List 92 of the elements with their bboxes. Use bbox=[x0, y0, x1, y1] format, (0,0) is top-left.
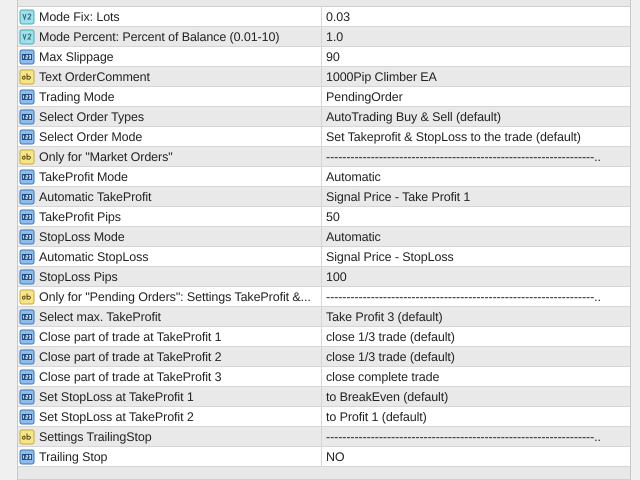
parameter-name: StopLoss Mode bbox=[39, 230, 125, 244]
integer-type-icon bbox=[19, 48, 35, 64]
integer-type-icon bbox=[19, 108, 35, 124]
integer-type-icon bbox=[19, 408, 35, 424]
parameter-row[interactable]: Select Order Mode Set Takeprofit & StopLoss to the trade (default) bbox=[18, 127, 630, 147]
parameter-value[interactable]: 1000Pip Climber EA bbox=[326, 70, 437, 84]
parameter-row[interactable]: Max Slippage 90 bbox=[18, 47, 630, 67]
parameter-value[interactable]: Automatic bbox=[326, 170, 381, 184]
parameter-value[interactable]: AutoTrading Buy & Sell (default) bbox=[326, 110, 501, 124]
integer-type-icon bbox=[19, 188, 35, 204]
parameter-row[interactable]: StopLoss Pips 100 bbox=[18, 267, 630, 287]
parameter-name: Automatic TakeProfit bbox=[39, 190, 152, 204]
parameter-value[interactable]: 100 bbox=[326, 270, 347, 284]
parameter-row[interactable]: Trailing Stop NO bbox=[18, 447, 630, 467]
integer-type-icon bbox=[19, 368, 35, 384]
parameter-value[interactable]: close 1/3 trade (default) bbox=[326, 350, 455, 364]
parameter-row[interactable]: Trading Mode PendingOrder bbox=[18, 87, 630, 107]
parameter-value[interactable]: 90 bbox=[326, 50, 340, 64]
parameter-row[interactable]: Only for "Market Orders" ------------------------------------------------------------------.. bbox=[18, 147, 630, 167]
parameter-value[interactable]: ------------------------------------------------------------------.. bbox=[326, 150, 601, 164]
text-type-icon bbox=[19, 288, 35, 304]
parameter-row[interactable]: TakeProfit Mode Automatic bbox=[18, 167, 630, 187]
integer-type-icon bbox=[19, 128, 35, 144]
integer-type-icon bbox=[19, 168, 35, 184]
integer-type-icon bbox=[19, 448, 35, 464]
integer-type-icon bbox=[19, 268, 35, 284]
parameter-name: Select Order Types bbox=[39, 110, 144, 124]
integer-type-icon bbox=[19, 308, 35, 324]
parameter-name: Set StopLoss at TakeProfit 1 bbox=[39, 390, 194, 404]
parameter-name: TakeProfit Pips bbox=[39, 210, 121, 224]
integer-type-icon bbox=[19, 208, 35, 224]
parameter-name: Select max. TakeProfit bbox=[39, 310, 161, 324]
parameter-value[interactable]: Automatic bbox=[326, 230, 381, 244]
parameter-name: Automatic StopLoss bbox=[39, 250, 148, 264]
parameter-value[interactable]: ------------------------------------------------------------------.. bbox=[326, 290, 601, 304]
parameter-value[interactable]: to Profit 1 (default) bbox=[326, 410, 427, 424]
parameter-name: Mode Fix: Lots bbox=[39, 10, 120, 24]
text-type-icon bbox=[19, 148, 35, 164]
parameter-name: Set StopLoss at TakeProfit 2 bbox=[39, 410, 194, 424]
parameter-row[interactable]: Mode Percent: Percent of Balance (0.01-10) 1.0 bbox=[18, 27, 630, 47]
parameter-name: Mode Percent: Percent of Balance (0.01-10) bbox=[39, 30, 280, 44]
parameter-name: Settings TrailingStop bbox=[39, 430, 152, 444]
parameter-row[interactable]: Settings TrailingStop ------------------------------------------------------------------.. bbox=[18, 427, 630, 447]
parameter-value[interactable]: Signal Price - StopLoss bbox=[326, 250, 454, 264]
text-type-icon bbox=[19, 68, 35, 84]
parameter-value[interactable]: 1.0 bbox=[326, 30, 344, 44]
decimal-type-icon bbox=[19, 8, 35, 24]
parameter-row[interactable]: Select Order Types AutoTrading Buy & Sell (default) bbox=[18, 107, 630, 127]
integer-type-icon bbox=[19, 328, 35, 344]
parameter-value[interactable]: Signal Price - Take Profit 1 bbox=[326, 190, 470, 204]
parameter-row[interactable]: Close part of trade at TakeProfit 2 close 1/3 trade (default) bbox=[18, 347, 630, 367]
parameter-name: Trading Mode bbox=[39, 90, 114, 104]
integer-type-icon bbox=[19, 388, 35, 404]
parameter-name: Trailing Stop bbox=[39, 450, 108, 464]
integer-type-icon bbox=[19, 88, 35, 104]
parameter-value[interactable]: PendingOrder bbox=[326, 90, 403, 104]
parameter-row[interactable]: Close part of trade at TakeProfit 1 close 1/3 trade (default) bbox=[18, 327, 630, 347]
parameter-name: Close part of trade at TakeProfit 1 bbox=[39, 330, 222, 344]
parameter-value[interactable]: close complete trade bbox=[326, 370, 440, 384]
parameter-row[interactable]: Text OrderComment 1000Pip Climber EA bbox=[18, 67, 630, 87]
integer-type-icon bbox=[19, 228, 35, 244]
parameter-name: StopLoss Pips bbox=[39, 270, 118, 284]
integer-type-icon bbox=[19, 248, 35, 264]
parameter-value[interactable]: close 1/3 trade (default) bbox=[326, 330, 455, 344]
parameter-name: Select Order Mode bbox=[39, 130, 142, 144]
parameter-row[interactable]: Set StopLoss at TakeProfit 2 to Profit 1 (default) bbox=[18, 407, 630, 427]
decimal-type-icon bbox=[19, 28, 35, 44]
parameter-row[interactable]: Automatic TakeProfit Signal Price - Take Profit 1 bbox=[18, 187, 630, 207]
parameter-row[interactable]: TakeProfit Pips 50 bbox=[18, 207, 630, 227]
parameter-row[interactable]: Close part of trade at TakeProfit 3 close complete trade bbox=[18, 367, 630, 387]
parameter-value[interactable]: Set Takeprofit & StopLoss to the trade (default) bbox=[326, 130, 581, 144]
parameter-name: Close part of trade at TakeProfit 3 bbox=[39, 370, 222, 384]
text-type-icon bbox=[19, 428, 35, 444]
parameter-name: Only for "Pending Orders": Settings TakeProfit &... bbox=[39, 290, 311, 304]
parameter-name: Text OrderComment bbox=[39, 70, 150, 84]
parameter-value[interactable]: 0.03 bbox=[326, 10, 350, 24]
parameter-row[interactable]: Automatic StopLoss Signal Price - StopLoss bbox=[18, 247, 630, 267]
parameter-value[interactable]: 50 bbox=[326, 210, 340, 224]
parameter-row[interactable]: Mode Fix: Lots 0.03 bbox=[18, 7, 630, 27]
parameter-value[interactable]: NO bbox=[326, 450, 345, 464]
parameter-value[interactable]: Take Profit 3 (default) bbox=[326, 310, 443, 324]
parameter-value[interactable]: to BreakEven (default) bbox=[326, 390, 448, 404]
parameter-row[interactable]: Select max. TakeProfit Take Profit 3 (default) bbox=[18, 307, 630, 327]
integer-type-icon bbox=[19, 348, 35, 364]
parameter-value[interactable]: ------------------------------------------------------------------.. bbox=[326, 430, 601, 444]
parameter-name: TakeProfit Mode bbox=[39, 170, 128, 184]
parameter-name: Only for "Market Orders" bbox=[39, 150, 173, 164]
parameter-row[interactable]: Only for "Pending Orders": Settings TakeProfit &... ------------------------------------------------------------------.. bbox=[18, 287, 630, 307]
parameter-name: Close part of trade at TakeProfit 2 bbox=[39, 350, 222, 364]
parameter-row[interactable]: StopLoss Mode Automatic bbox=[18, 227, 630, 247]
parameter-row[interactable]: Set StopLoss at TakeProfit 1 to BreakEven (default) bbox=[18, 387, 630, 407]
parameter-name: Max Slippage bbox=[39, 50, 114, 64]
